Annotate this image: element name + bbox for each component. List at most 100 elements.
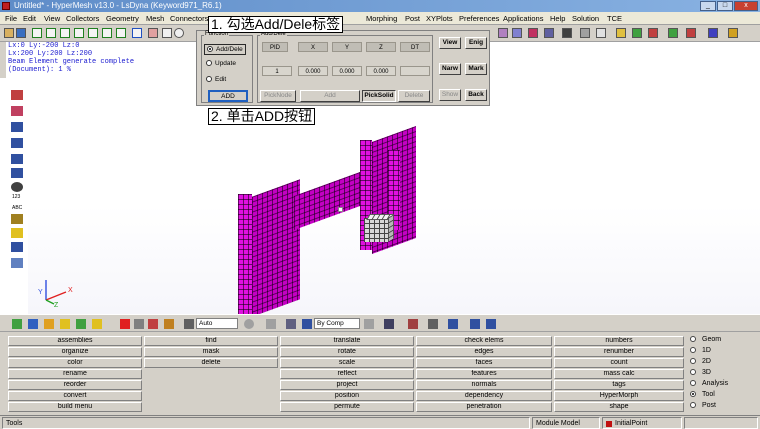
mask-icon[interactable]: [11, 90, 23, 100]
menu-preferences[interactable]: Preferences: [459, 14, 499, 23]
comp-shade-icon[interactable]: [44, 319, 54, 329]
wire-icon[interactable]: [11, 154, 23, 164]
menu-view[interactable]: View: [44, 14, 60, 23]
auto-select[interactable]: Auto: [196, 318, 238, 329]
menu-applications[interactable]: Applications: [503, 14, 543, 23]
monitor-icon[interactable]: [486, 319, 496, 329]
build-menu-button[interactable]: build menu: [8, 402, 142, 412]
menu-connectors[interactable]: Connectors: [170, 14, 208, 23]
mark-button[interactable]: Mark: [465, 63, 487, 75]
mask-button[interactable]: mask: [144, 347, 278, 357]
bycomp-icon[interactable]: [302, 319, 312, 329]
mode-1d[interactable]: 1D: [690, 346, 711, 356]
open-icon[interactable]: [4, 28, 14, 38]
enig-button[interactable]: Enig: [465, 37, 487, 49]
abc-icon[interactable]: [11, 228, 23, 238]
shade-mode-icon[interactable]: [384, 319, 394, 329]
element-view-icon[interactable]: [498, 28, 508, 38]
clip-icon[interactable]: [11, 242, 23, 252]
history-icon[interactable]: [164, 319, 174, 329]
menu-mesh[interactable]: Mesh: [146, 14, 164, 23]
undo-icon[interactable]: [134, 319, 144, 329]
hide-icon[interactable]: [668, 28, 678, 38]
mode-geom[interactable]: Geom: [690, 335, 721, 345]
reverse-icon[interactable]: [686, 28, 696, 38]
menu-tce[interactable]: TCE: [607, 14, 622, 23]
shape-button[interactable]: shape: [554, 402, 684, 412]
penetration-button[interactable]: penetration: [416, 402, 552, 412]
component-icon[interactable]: [708, 28, 718, 38]
menu-file[interactable]: File: [5, 14, 17, 23]
delete-button[interactable]: Delete: [398, 90, 430, 102]
show-button[interactable]: Show: [439, 89, 461, 101]
faces-button[interactable]: faces: [416, 358, 552, 368]
renumber-button[interactable]: renumber: [554, 347, 684, 357]
mode-post[interactable]: Post: [690, 401, 716, 411]
redo-icon[interactable]: [148, 319, 158, 329]
comp-color-icon[interactable]: [28, 319, 38, 329]
window-select-icon[interactable]: [266, 319, 276, 329]
transparency-icon[interactable]: [544, 28, 554, 38]
translate-button[interactable]: translate: [280, 336, 414, 346]
save-icon[interactable]: [16, 28, 26, 38]
menu-post[interactable]: Post: [405, 14, 420, 23]
free-edge-icon[interactable]: [11, 168, 23, 178]
element-style-icon[interactable]: [448, 319, 458, 329]
rename-button[interactable]: rename: [8, 369, 142, 379]
color-button[interactable]: color: [8, 358, 142, 368]
value-y[interactable]: 0.000: [332, 66, 362, 76]
add-button[interactable]: ADD: [208, 90, 248, 102]
mode-2d[interactable]: 2D: [690, 357, 711, 367]
view-front-icon[interactable]: [32, 28, 42, 38]
picknode-button[interactable]: PickNode: [260, 90, 296, 102]
comp-display-icon[interactable]: [12, 319, 22, 329]
shade-icon[interactable]: [11, 138, 23, 148]
cube-view-icon[interactable]: [286, 319, 296, 329]
narw-button[interactable]: Narw: [439, 63, 461, 75]
mode-tool[interactable]: Tool: [690, 390, 715, 400]
comp-filter-icon[interactable]: [60, 319, 70, 329]
view-iso-icon[interactable]: [116, 28, 126, 38]
node-icon[interactable]: [11, 182, 23, 192]
reflect-button[interactable]: reflect: [280, 369, 414, 379]
line-style-icon[interactable]: [408, 319, 418, 329]
zoom-icon[interactable]: [174, 28, 184, 38]
mass-calc-button[interactable]: mass calc: [554, 369, 684, 379]
menu-xyplots[interactable]: XYPlots: [426, 14, 453, 23]
reorder-button[interactable]: reorder: [8, 380, 142, 390]
normals-button[interactable]: normals: [416, 380, 552, 390]
comp-show-icon[interactable]: [76, 319, 86, 329]
status-collector[interactable]: InitialPoint: [602, 417, 682, 429]
notes-icon[interactable]: [596, 28, 606, 38]
radio-add-dele[interactable]: Add/Dele: [204, 44, 246, 55]
delete-panel-button[interactable]: delete: [144, 358, 278, 368]
dependency-button[interactable]: dependency: [416, 391, 552, 401]
count-button[interactable]: count: [554, 358, 684, 368]
permute-button[interactable]: permute: [280, 402, 414, 412]
menu-morphing[interactable]: Morphing: [366, 14, 397, 23]
radio-edit[interactable]: Edit: [206, 76, 226, 83]
close-button[interactable]: x: [734, 1, 758, 11]
pan-icon[interactable]: [162, 28, 172, 38]
value-z[interactable]: 0.000: [366, 66, 396, 76]
auto-mode-icon[interactable]: [184, 319, 194, 329]
layer-icon[interactable]: [470, 319, 480, 329]
menu-collectors[interactable]: Collectors: [66, 14, 99, 23]
rotate-icon[interactable]: [132, 28, 142, 38]
shaded-icon[interactable]: [512, 28, 522, 38]
tags-button[interactable]: tags: [554, 380, 684, 390]
measure-icon[interactable]: [580, 28, 590, 38]
menu-solution[interactable]: Solution: [572, 14, 599, 23]
show-icon[interactable]: [648, 28, 658, 38]
radio-update[interactable]: Update: [206, 60, 236, 67]
add-row-button[interactable]: Add: [300, 90, 360, 102]
numbers-button[interactable]: numbers: [554, 336, 684, 346]
check-elems-button[interactable]: check elems: [416, 336, 552, 346]
hypermorph-button[interactable]: HyperMorph: [554, 391, 684, 401]
menu-edit[interactable]: Edit: [23, 14, 36, 23]
unmask-icon[interactable]: [11, 106, 23, 116]
edges-button[interactable]: edges: [416, 347, 552, 357]
wireframe-icon[interactable]: [528, 28, 538, 38]
contour-icon[interactable]: [11, 258, 23, 268]
mode-3d[interactable]: 3D: [690, 368, 711, 378]
